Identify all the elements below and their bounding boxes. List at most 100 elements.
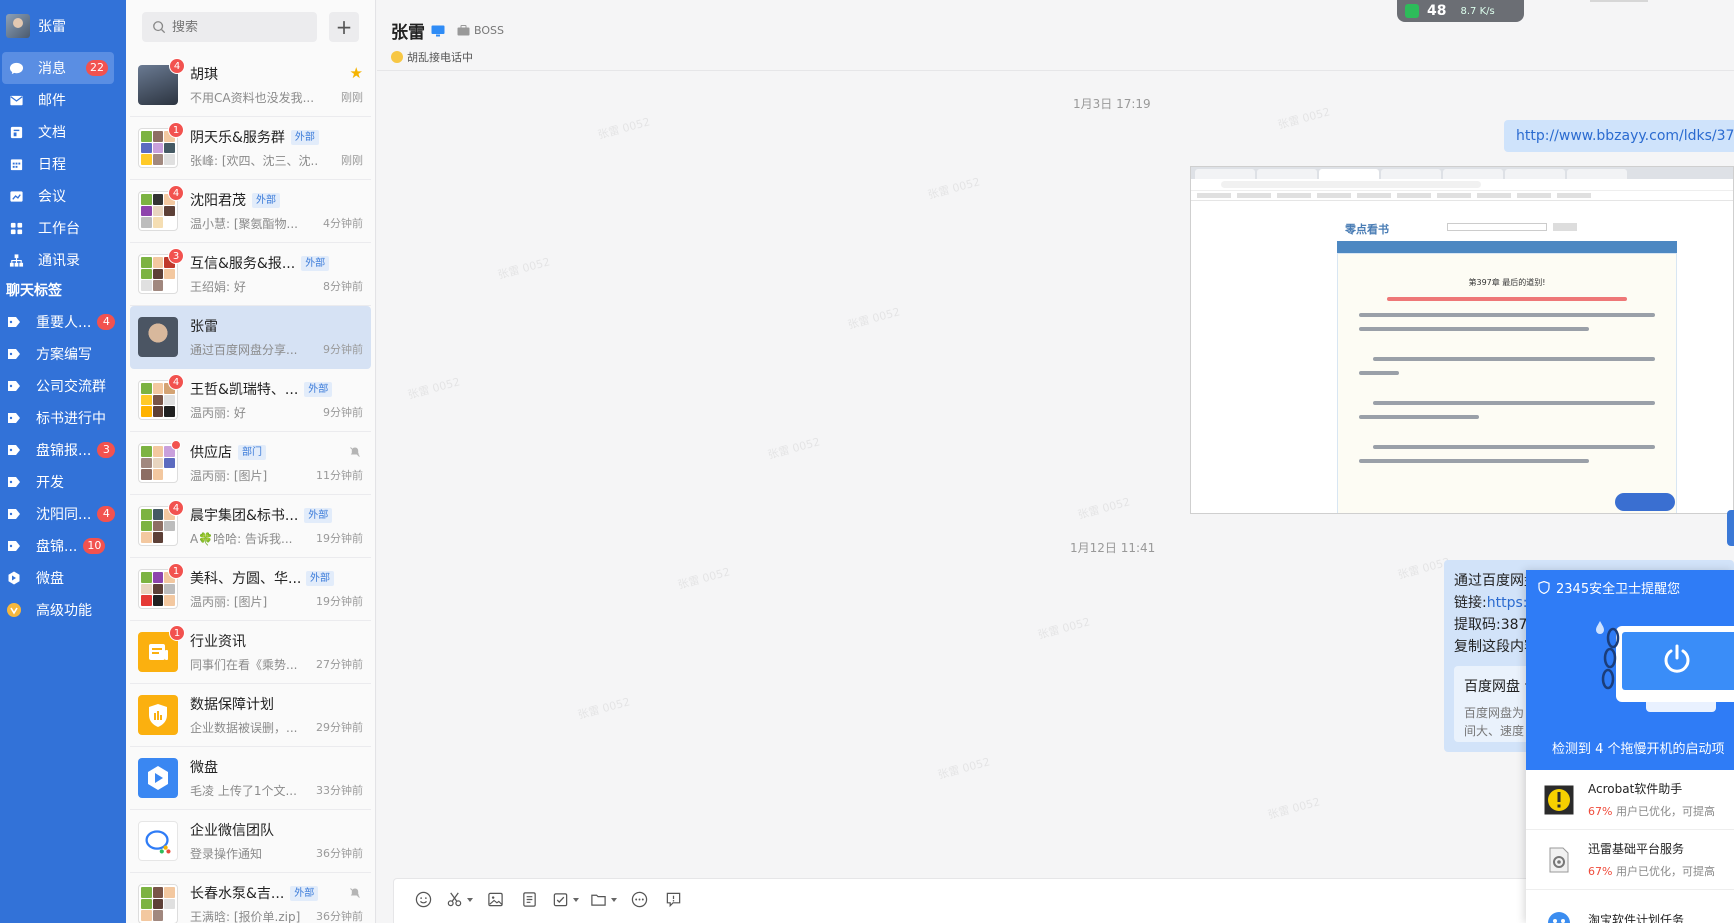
popup-title-row: 2345安全卫士提醒您 [1526,570,1734,604]
conversation-item[interactable]: 供应店 部门 温丙丽: [图片] 11分钟前 [130,432,371,495]
nav-item-mail[interactable]: 邮件 [2,84,114,116]
side-tab-handle[interactable] [1727,510,1734,546]
search-box[interactable] [142,12,317,42]
tag-label: 盘锦... [36,539,78,555]
briefcase-icon [457,25,470,36]
speed-percent: 48 [1427,3,1447,19]
tag-item[interactable]: 盘锦... 10 [0,530,126,562]
file-button[interactable] [584,887,622,911]
tag-icon [8,349,20,359]
network-speed-widget[interactable]: 48 8.7 K/s [1397,0,1524,22]
conversation-preview: A🍀哈哈: 告诉我... [190,531,293,546]
conversation-item[interactable]: 4 晨宇集团&标书... 外部 A🍀哈哈: 告诉我... 19分钟前 [130,495,371,558]
nav-item-meeting[interactable]: 会议 [2,180,114,212]
startup-item-name: Acrobat软件助手 [1588,782,1683,796]
tag-icon [8,445,20,455]
message-image[interactable]: 零点看书 第397章 最后的道别! [1190,166,1734,514]
external-tag: 外部 [252,192,280,208]
nav-item-label: 通讯录 [38,253,80,269]
unread-badge: 1 [168,563,184,579]
conversation-item[interactable]: 1 行业资讯 同事们在看《乘势... 27分钟前 [130,621,371,684]
conversation-time: 4分钟前 [323,217,363,230]
avatar[interactable] [6,14,30,38]
emoji-button[interactable] [406,887,440,911]
startup-item[interactable]: Acrobat软件助手 67% 用户已优化，可提高 [1526,770,1734,830]
conversation-name: 晨宇集团&标书... [190,508,299,524]
tag-item[interactable]: 重要人... 4 [0,306,126,338]
conversation-item[interactable]: 3 互信&服务&报... 外部 王绍娟: 好 8分钟前 [130,243,371,306]
message-link[interactable]: http://www.bbzayy.com/ldks/3716/ [1504,120,1734,152]
tag-item[interactable]: 开发 [0,466,126,498]
wecom-team-icon [138,821,178,861]
external-tag: 外部 [301,255,330,271]
watermark: 张雷 0052 [766,435,822,462]
conversation-item[interactable]: 企业微信团队 登录操作通知 36分钟前 [130,810,371,873]
group-avatar: 4 [138,500,184,546]
conversation-item[interactable]: 1 阴天乐&服务群 外部 张峰: [欢四、沈三、沈... 刚刚 [130,117,371,180]
task-button[interactable] [546,887,584,911]
conversation-preview: 温丙丽: 好 [190,405,246,420]
nav-item-docs[interactable]: 文档 [2,116,114,148]
tag-item[interactable]: 公司交流群 [0,370,126,402]
conversation-preview: 同事们在看《乘势... [190,657,298,672]
conversation-item[interactable]: 数据保障计划 企业数据被误删，... 29分钟前 [130,684,371,747]
add-button[interactable]: + [329,12,359,42]
conversation-name: 企业微信团队 [190,823,274,839]
tag-icon [8,381,20,391]
doc-button[interactable] [512,887,546,911]
conversation-preview: 王满晗: [报价单.zip] [190,909,301,923]
conversation-time: 19分钟前 [316,532,363,545]
conversation-item[interactable]: 4 王哲&凯瑞特、... 外部 温丙丽: 好 9分钟前 [130,369,371,432]
conversation-time: 刚刚 [341,154,363,167]
conversation-item[interactable]: 1 美科、方圆、华... 外部 温丙丽: [图片] 19分钟前 [130,558,371,621]
chat-history-button[interactable] [656,887,690,911]
conversation-item[interactable]: 4 胡琪 不用CA资料也没发我... 刚刚 ★ [130,54,371,117]
external-tag: 外部 [304,381,333,397]
startup-item[interactable]: 迅雷基础平台服务 67% 用户已优化，可提高 [1526,830,1734,890]
conversation-item[interactable]: 张雷 通过百度网盘分享... 9分钟前 [130,306,371,369]
conversation-item[interactable]: 微盘 毛凌 上传了1个文... 33分钟前 [130,747,371,810]
unread-badge: 22 [86,60,108,76]
more-button[interactable] [622,887,656,911]
conversation-time: 9分钟前 [323,406,363,419]
power-icon [1664,644,1690,673]
tag-item[interactable]: 方案编写 [0,338,126,370]
unread-badge: 3 [168,248,184,264]
conversation-list: + 4 胡琪 不用CA资料也没发我... 刚刚 ★ 1 阴天乐&服务群外部 张峰:… [126,0,376,923]
nav-item-label: 会议 [38,189,66,205]
browser-bookmarks [1191,191,1733,201]
chat-title[interactable]: 张雷 [391,18,425,43]
weipan-icon [8,571,20,585]
nav-item-advanced[interactable]: 高级功能 [0,594,126,626]
search-input[interactable] [172,19,292,35]
meeting-icon [8,188,24,204]
tag-item[interactable]: 沈阳同... 4 [0,498,126,530]
nav-item-calendar[interactable]: 日程 [2,148,114,180]
tag-item[interactable]: 盘锦报... 3 [0,434,126,466]
floating-widget [1615,493,1675,511]
timestamp: 1月12日 11:41 [1070,541,1156,555]
site-search-box [1447,223,1547,231]
screenshot-button[interactable] [440,887,478,911]
conversation-item[interactable]: 4 沈阳君茂 外部 温小慧: [聚氨酯物... 4分钟前 [130,180,371,243]
conversation-preview: 登录操作通知 [190,846,263,861]
external-tag: 外部 [290,129,319,145]
nav-item-workbench[interactable]: 工作台 [2,212,114,244]
mute-bell-icon [350,447,360,457]
startup-item[interactable]: 淘宝软件计划任务 [1526,890,1734,923]
site-logo: 零点看书 [1345,223,1389,236]
chain-icon [1601,627,1620,690]
tag-item[interactable]: 标书进行中 [0,402,126,434]
nav-item-messages[interactable]: 消息 22 [2,52,114,84]
watermark: 张雷 0052 [496,255,552,282]
conversation-item[interactable]: 长春水泵&吉... 外部 王满晗: [报价单.zip] 36分钟前 [130,873,371,923]
image-button[interactable] [478,887,512,911]
watermark: 张雷 0052 [846,305,902,332]
nav-item-contacts[interactable]: 通讯录 [2,244,114,276]
article-title: 第397章 最后的道别! [1468,278,1546,287]
star-icon[interactable]: ★ [350,64,363,82]
security-popup[interactable]: 2345安全卫士提醒您 检测到 4 个拖慢开机的启动项 Acrobat软件助手 … [1526,570,1734,923]
nav-item-weipan[interactable]: 微盘 [0,562,126,594]
image-icon [487,892,503,906]
nav-user[interactable]: 张雷 [0,0,126,52]
